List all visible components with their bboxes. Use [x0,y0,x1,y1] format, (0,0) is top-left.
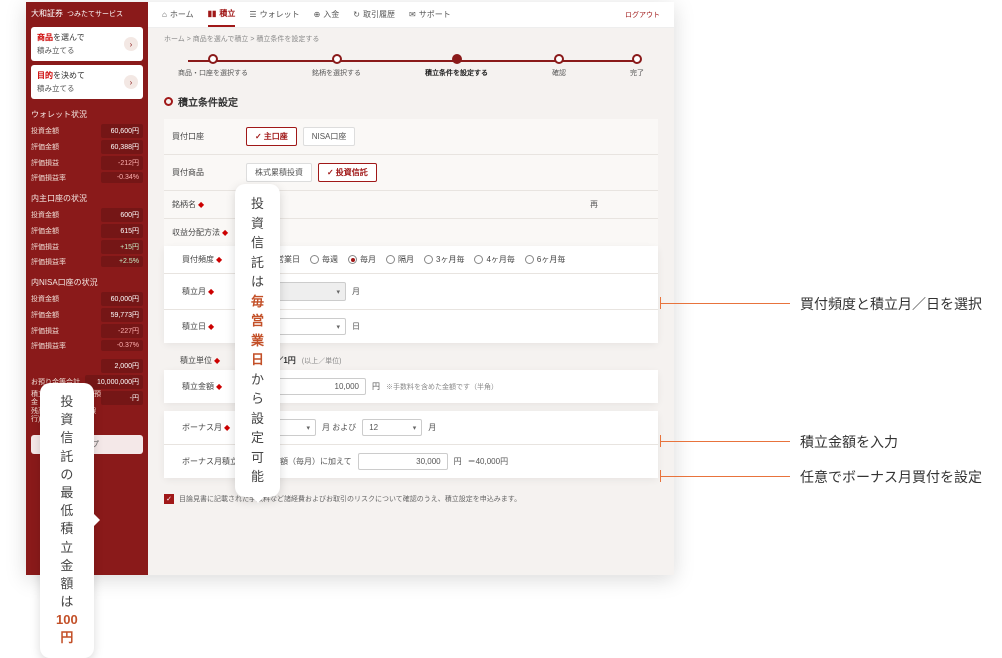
bonus-month2-select[interactable]: 12 [362,419,422,436]
freq-opt-3mo[interactable]: 3ヶ月毎 [424,254,464,265]
sidebar-action-goal[interactable]: 目的を決めて 積み立てる › [31,65,143,99]
nav-tsumitate[interactable]: ▮▮積立 [208,2,236,27]
brand-text: 大和証券 [31,8,63,19]
frequency-radio-group: 毎営業日 毎週 毎月 隔月 3ヶ月毎 4ヶ月毎 6ヶ月毎 [256,254,648,265]
app-screenshot: 大和証券 つみたてサービス 商品を選んで 積み立てる › 目的を決めて 積み立て… [26,2,674,575]
step-2: 銘柄を選択する [312,54,361,78]
section-title: 積立条件設定 [148,88,674,119]
freq-opt-6mo[interactable]: 6ヶ月毎 [525,254,565,265]
arrow-icon: › [124,75,138,89]
nav-home[interactable]: ⌂ホーム [162,9,194,20]
row-product: 買付商品 株式累積投資 ✓投資信託 [164,154,658,190]
main-panel: ⌂ホーム ▮▮積立 ☰ウォレット ⊕入金 ↻取引履歴 ✉サポート ログアウト ホ… [148,2,674,575]
bonus-amount-input[interactable]: 30,000 [358,453,448,470]
main-acct-title: 内主口座の状況 [31,193,143,204]
service-text: つみたてサービス [67,9,123,19]
wallet-status-title: ウォレット状況 [31,109,143,120]
history-icon: ↻ [353,10,360,19]
row-account: 買付口座 ✓主口座 NISA口座 [164,119,658,154]
step-1: 商品・口座を選択する [178,54,248,78]
freq-opt-4mo[interactable]: 4ヶ月毎 [474,254,514,265]
agree-checkbox[interactable]: ✓ [164,494,174,504]
chip-main-account[interactable]: ✓主口座 [246,127,297,146]
note-bonus: 任意でボーナス月買付を設定 [800,467,982,487]
bullet-icon [164,97,173,106]
nav-history[interactable]: ↻取引履歴 [353,9,395,20]
top-nav: ⌂ホーム ▮▮積立 ☰ウォレット ⊕入金 ↻取引履歴 ✉サポート ログアウト [148,2,674,28]
logout-link[interactable]: ログアウト [625,10,660,20]
bars-icon: ▮▮ [208,9,217,18]
deposit-icon: ⊕ [314,10,321,19]
step-5: 完了 [630,54,644,78]
chip-nisa-account[interactable]: NISA口座 [303,127,356,146]
form-area: 買付口座 ✓主口座 NISA口座 買付商品 株式累積投資 ✓投資信託 銘柄名◆ … [148,119,674,478]
step-3: 積立条件を設定する [425,54,488,78]
nav-deposit[interactable]: ⊕入金 [314,9,340,20]
home-icon: ⌂ [162,10,167,19]
callout-min-amount: 投資信託の 最低積立 金額は100円 [40,383,94,658]
note-frequency: 買付頻度と積立月／日を選択 [800,294,982,314]
freq-opt-monthly[interactable]: 毎月 [348,254,376,265]
wallet-icon: ☰ [249,10,256,19]
support-icon: ✉ [409,10,416,19]
freq-opt-bimonthly[interactable]: 隔月 [386,254,414,265]
disclaimer-row: ✓ 目論見書に記載された手数料など諸経費およびお取引のリスクについて確認のうえ、… [148,486,674,512]
step-4: 確認 [552,54,566,78]
nisa-acct-title: 内NISA口座の状況 [31,277,143,288]
callout-frequency-info: 投資信託は 毎営業日から設定可能 [235,184,280,497]
logo-row: 大和証券 つみたてサービス [31,8,143,19]
check-icon: ✓ [327,168,334,177]
chip-stock[interactable]: 株式累積投資 [246,163,312,182]
nav-support[interactable]: ✉サポート [409,9,451,20]
check-icon: ✓ [255,132,262,141]
chip-fund[interactable]: ✓投資信託 [318,163,377,182]
note-amount: 積立金額を入力 [800,432,898,452]
arrow-icon: › [124,37,138,51]
freq-opt-weekly[interactable]: 毎週 [310,254,338,265]
nav-wallet[interactable]: ☰ウォレット [249,9,299,20]
progress-stepper: 商品・口座を選択する 銘柄を選択する 積立条件を設定する 確認 完了 [148,50,674,88]
sidebar-action-product[interactable]: 商品を選んで 積み立てる › [31,27,143,61]
breadcrumb: ホーム > 商品を選んで積立 > 積立条件を設定する [148,28,674,50]
